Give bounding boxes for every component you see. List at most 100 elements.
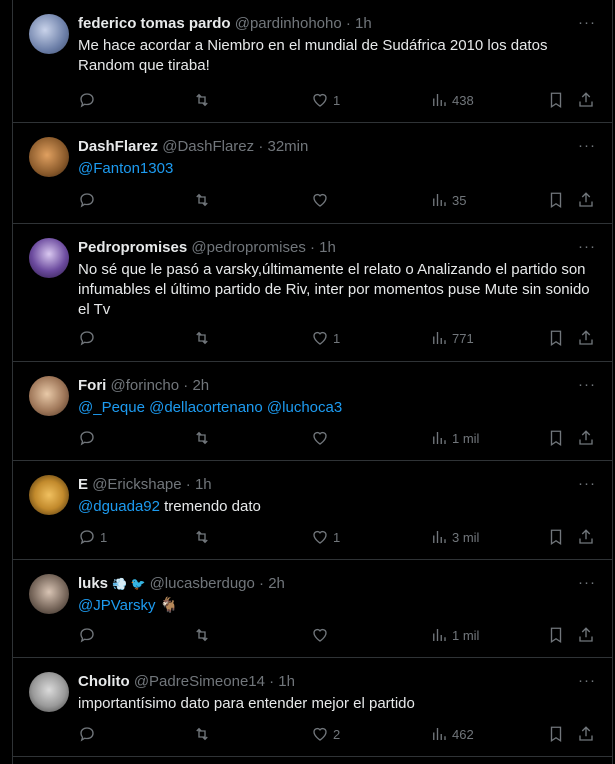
retweet-button[interactable] [193,428,215,448]
timestamp[interactable]: · 1h [186,476,212,493]
timestamp[interactable]: · 1h [269,673,295,690]
tweet-text: @_Peque @dellacortenano @luchoca3 [78,398,596,418]
more-options-icon[interactable]: ··· [578,14,596,31]
timestamp[interactable]: · 2h [259,575,285,592]
retweet-icon [196,628,208,642]
tweet[interactable]: Cholito @PadreSimeone14 · 1h importantís… [13,658,612,757]
display-name[interactable]: Pedropromises [78,239,187,256]
timestamp[interactable]: · 32min [258,138,308,155]
mention-link[interactable]: @dguada92 [78,498,160,515]
display-name[interactable]: Cholito [78,673,130,690]
like-button[interactable] [311,428,333,448]
more-options-icon[interactable]: ··· [578,672,596,689]
avatar[interactable] [29,376,69,416]
more-options-icon[interactable]: ··· [578,238,596,255]
bookmark-button[interactable] [547,428,565,448]
share-icon [579,92,593,107]
display-name[interactable]: luks [78,575,108,592]
handle[interactable]: @Erickshape [92,476,181,493]
retweet-button[interactable] [193,328,215,348]
reply-count: 1 [100,529,108,545]
timestamp[interactable]: · 1h [310,239,336,256]
tweet[interactable]: DashFlarez @DashFlarez · 32min @Fanton13… [13,123,612,224]
reply-button[interactable] [78,90,100,110]
share-button[interactable] [577,328,595,348]
timestamp[interactable]: · 1h [346,15,372,32]
retweet-button[interactable] [193,625,215,645]
action-bar: 1 1 3 mil [78,527,596,547]
views-icon [433,728,446,740]
mention-link[interactable]: @Fanton1303 [78,160,173,177]
mention-link[interactable]: @_Peque @dellacortenano @luchoca3 [78,399,342,416]
bookmark-button[interactable] [547,527,565,547]
timestamp[interactable]: · 2h [183,377,209,394]
bookmark-button[interactable] [547,90,565,110]
avatar[interactable] [29,238,69,278]
retweet-button[interactable] [193,527,215,547]
avatar[interactable] [29,672,69,712]
goat-emoji: 🐐 [159,597,179,614]
share-button[interactable] [577,625,595,645]
views-button[interactable]: 1 mil [430,428,479,448]
handle[interactable]: @PadreSimeone14 [134,673,265,690]
like-button[interactable]: 1 [311,90,340,110]
more-options-icon[interactable]: ··· [578,376,596,393]
mention-link[interactable]: @JPVarsky [78,597,155,614]
like-count: 1 [333,529,341,545]
views-button[interactable]: 462 [430,724,474,744]
display-name[interactable]: Fori [78,377,106,394]
avatar[interactable] [29,137,69,177]
retweet-button[interactable] [193,724,215,744]
retweet-button[interactable] [193,90,215,110]
display-name[interactable]: E [78,476,88,493]
views-button[interactable]: 3 mil [430,527,479,547]
tweet[interactable]: E @Erickshape · 1h @dguada92 tremendo da… [13,461,612,560]
bookmark-button[interactable] [547,190,565,210]
views-button[interactable]: 438 [430,90,474,110]
like-button[interactable]: 1 [311,328,340,348]
views-button[interactable]: 1 mil [430,625,479,645]
share-button[interactable] [577,190,595,210]
views-count: 35 [452,192,467,208]
handle[interactable]: @forincho [111,377,180,394]
avatar[interactable] [29,475,69,515]
tweet[interactable]: federico tomas pardo @pardinhohoho · 1h … [13,0,612,123]
reply-button[interactable] [78,724,100,744]
like-button[interactable] [311,625,333,645]
reply-button[interactable] [78,190,100,210]
bookmark-button[interactable] [547,328,565,348]
handle[interactable]: @lucasberdugo [150,575,255,592]
views-button[interactable]: 771 [430,328,474,348]
tweet[interactable]: Fori @forincho · 2h @_Peque @dellacorten… [13,362,612,461]
avatar[interactable] [29,574,69,614]
share-button[interactable] [577,428,595,448]
reply-button[interactable] [78,328,100,348]
reply-button[interactable] [78,428,100,448]
reply-button[interactable] [78,625,100,645]
name-emoji-badges: 💨 🐦 [112,577,146,591]
retweet-button[interactable] [193,190,215,210]
reply-button[interactable]: 1 [78,527,107,547]
like-button[interactable]: 2 [311,724,340,744]
handle[interactable]: @pardinhohoho [235,15,342,32]
handle[interactable]: @pedropromises [191,239,305,256]
bookmark-button[interactable] [547,625,565,645]
more-options-icon[interactable]: ··· [578,574,596,591]
like-button[interactable] [311,190,333,210]
bookmark-icon [550,726,562,743]
action-bar: 1 438 [78,90,596,110]
share-button[interactable] [577,527,595,547]
handle[interactable]: @DashFlarez [162,138,254,155]
tweet[interactable]: Pedropromises @pedropromises · 1h No sé … [13,224,612,362]
views-button[interactable]: 35 [430,190,466,210]
avatar[interactable] [29,14,69,54]
display-name[interactable]: federico tomas pardo [78,15,231,32]
more-options-icon[interactable]: ··· [578,137,596,154]
more-options-icon[interactable]: ··· [578,475,596,492]
tweet[interactable]: luks 💨 🐦 @lucasberdugo · 2h @JPVarsky 🐐 … [13,560,612,658]
bookmark-button[interactable] [547,724,565,744]
display-name[interactable]: DashFlarez [78,138,158,155]
share-button[interactable] [577,90,595,110]
share-button[interactable] [577,724,595,744]
like-button[interactable]: 1 [311,527,340,547]
